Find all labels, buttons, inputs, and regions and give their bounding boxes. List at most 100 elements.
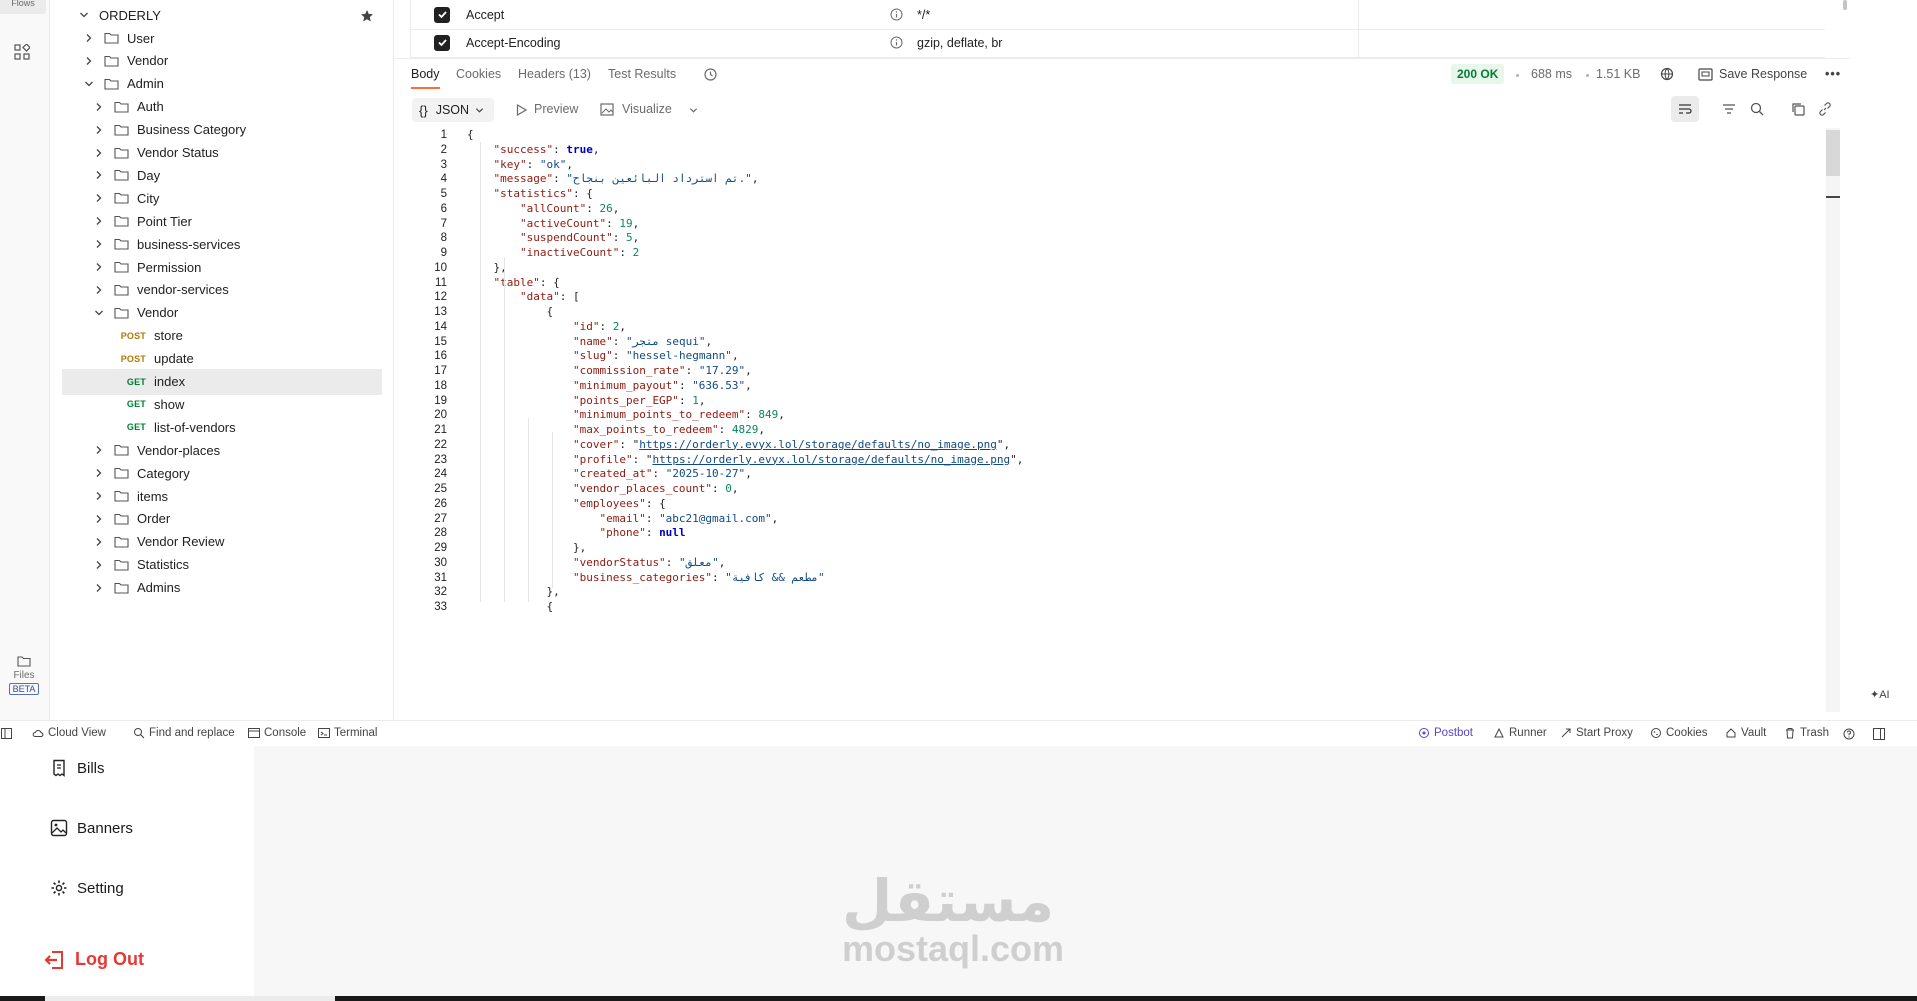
folder-icon bbox=[104, 32, 119, 44]
headers-scrollbar-thumb[interactable] bbox=[1843, 0, 1847, 10]
tab-test-results[interactable]: Test Results bbox=[608, 67, 676, 81]
format-toolbar: {} JSON Preview Visualize bbox=[395, 96, 1850, 124]
wrap-lines-button[interactable] bbox=[1671, 96, 1699, 122]
chevron-right-icon[interactable] bbox=[94, 170, 104, 180]
sidebar-item-setting[interactable]: Setting bbox=[50, 879, 124, 897]
chevron-right-icon[interactable] bbox=[94, 125, 104, 135]
header-key[interactable]: Accept bbox=[466, 8, 504, 22]
header-row: Accept */* bbox=[410, 0, 1825, 30]
chevron-right-icon[interactable] bbox=[94, 468, 104, 478]
chevron-right-icon[interactable] bbox=[94, 148, 104, 158]
toggle-sidebar-icon[interactable] bbox=[1, 728, 12, 739]
cell-divider bbox=[410, 0, 411, 30]
runner-button[interactable]: Runner bbox=[1493, 727, 1547, 739]
vault-icon bbox=[1726, 728, 1736, 738]
indent-guide bbox=[552, 432, 553, 588]
search-icon bbox=[134, 728, 145, 739]
chevron-right-icon[interactable] bbox=[94, 262, 104, 272]
header-checkbox[interactable] bbox=[434, 34, 450, 51]
vault-button[interactable]: Vault bbox=[1725, 727, 1766, 739]
files-label: Files bbox=[13, 670, 35, 681]
start-proxy-button[interactable]: Start Proxy bbox=[1560, 727, 1633, 739]
chevron-down-icon[interactable] bbox=[94, 308, 104, 318]
separator-dot bbox=[1586, 74, 1589, 77]
format-select[interactable]: {} JSON bbox=[412, 98, 494, 122]
chevron-right-icon[interactable] bbox=[94, 560, 104, 570]
network-globe-icon[interactable] bbox=[1660, 67, 1675, 82]
tab-cookies[interactable]: Cookies bbox=[456, 67, 501, 81]
link-icon[interactable] bbox=[1817, 101, 1833, 117]
flows-tab[interactable]: Flows bbox=[0, 0, 46, 14]
tab-headers[interactable]: Headers (13) bbox=[518, 67, 591, 81]
status-badge[interactable]: 200 OK bbox=[1451, 64, 1505, 84]
postbot-button[interactable]: Postbot bbox=[1418, 727, 1473, 739]
bill-icon bbox=[53, 759, 65, 777]
header-value[interactable]: */* bbox=[917, 8, 930, 22]
chevron-right-icon[interactable] bbox=[84, 33, 94, 43]
cell-divider bbox=[1358, 28, 1359, 58]
chevron-right-icon[interactable] bbox=[94, 514, 104, 524]
header-value[interactable]: gzip, deflate, br bbox=[917, 36, 1002, 50]
chevron-right-icon[interactable] bbox=[94, 537, 104, 547]
terminal-button[interactable]: Terminal bbox=[318, 727, 377, 739]
tab-body[interactable]: Body bbox=[411, 67, 440, 89]
chevron-right-icon[interactable] bbox=[84, 56, 94, 66]
scroll-position-marker bbox=[1826, 196, 1840, 198]
trash-button[interactable]: Trash bbox=[1784, 727, 1829, 739]
files-tab[interactable]: Files BETA bbox=[4, 655, 44, 695]
cookies-button[interactable]: Cookies bbox=[1650, 727, 1708, 739]
tree-item-label: business-services bbox=[137, 236, 241, 252]
console-button[interactable]: Console bbox=[248, 727, 306, 739]
apps-grid-icon[interactable] bbox=[14, 44, 30, 60]
tree-item-label: Order bbox=[137, 511, 171, 527]
method-badge: POST bbox=[120, 330, 146, 341]
copy-icon[interactable] bbox=[1790, 101, 1806, 117]
logout-button[interactable]: Log Out bbox=[44, 949, 144, 970]
sidebar-item-bills[interactable]: Bills bbox=[50, 759, 105, 777]
tree-item-label: vendor-services bbox=[137, 282, 229, 298]
chevron-right-icon[interactable] bbox=[94, 491, 104, 501]
response-time[interactable]: 688 ms bbox=[1531, 67, 1572, 81]
more-options-icon[interactable]: ••• bbox=[1825, 67, 1841, 81]
trash-icon bbox=[1786, 728, 1794, 739]
visualize-button[interactable]: Visualize bbox=[622, 102, 672, 116]
chevron-right-icon[interactable] bbox=[94, 583, 104, 593]
info-icon[interactable] bbox=[890, 36, 903, 49]
chevron-down-icon bbox=[79, 10, 89, 20]
filter-icon[interactable] bbox=[1721, 101, 1737, 117]
folder-item[interactable]: Admins bbox=[62, 575, 382, 601]
help-icon[interactable] bbox=[1843, 728, 1855, 740]
save-response-button[interactable]: Save Response bbox=[1719, 67, 1807, 81]
cloud-view-label: Cloud View bbox=[48, 727, 106, 739]
preview-button[interactable]: Preview bbox=[534, 102, 578, 116]
header-key[interactable]: Accept-Encoding bbox=[466, 36, 561, 50]
editor-scrollbar-thumb[interactable] bbox=[1826, 130, 1840, 176]
chevron-down-icon[interactable] bbox=[84, 79, 94, 89]
editor-scrollbar[interactable] bbox=[1826, 128, 1840, 712]
chevron-right-icon[interactable] bbox=[94, 445, 104, 455]
chevron-right-icon[interactable] bbox=[94, 285, 104, 295]
folder-icon bbox=[17, 656, 31, 667]
history-icon[interactable] bbox=[703, 67, 718, 82]
chevron-right-icon[interactable] bbox=[94, 239, 104, 249]
chevron-right-icon[interactable] bbox=[94, 193, 104, 203]
sidebar-item-banners[interactable]: Banners bbox=[50, 819, 133, 837]
search-icon[interactable] bbox=[1749, 101, 1765, 117]
find-replace-button[interactable]: Find and replace bbox=[133, 727, 235, 739]
star-icon[interactable] bbox=[360, 9, 374, 23]
response-body-editor[interactable]: 1{2 "success": true, 3 "key": "ok", 4 "mes… bbox=[395, 128, 1835, 712]
cloud-view-button[interactable]: Cloud View bbox=[32, 727, 106, 739]
postbot-label: Postbot bbox=[1434, 727, 1473, 739]
method-badge: GET bbox=[126, 399, 146, 410]
info-icon[interactable] bbox=[890, 8, 903, 21]
chevron-down-icon[interactable] bbox=[689, 106, 698, 115]
response-size[interactable]: 1.51 KB bbox=[1596, 67, 1640, 81]
header-checkbox[interactable] bbox=[434, 6, 450, 23]
left-rail: Flows Files BETA bbox=[0, 0, 50, 720]
toggle-right-pane-icon[interactable] bbox=[1873, 728, 1885, 740]
console-icon bbox=[248, 728, 260, 738]
chevron-right-icon[interactable] bbox=[94, 102, 104, 112]
ai-assist-icon[interactable]: ✦AI bbox=[1870, 688, 1890, 701]
chevron-right-icon[interactable] bbox=[94, 216, 104, 226]
cloud-icon bbox=[32, 729, 44, 737]
